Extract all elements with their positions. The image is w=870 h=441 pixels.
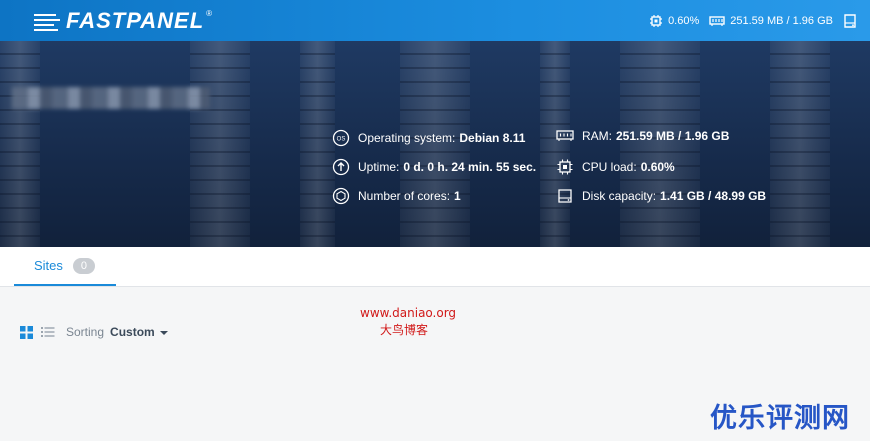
cores-icon: [332, 187, 350, 205]
cpu-info-value: 0.60%: [640, 160, 675, 174]
uptime-arrow-icon: [332, 158, 350, 176]
os-icon: OS: [332, 129, 350, 147]
watermark-url: www.daniao.org: [360, 306, 457, 320]
disk-stat[interactable]: [843, 13, 862, 29]
fastpanel-logo[interactable]: FASTPANEL ®: [34, 8, 213, 34]
grid-icon: [19, 325, 33, 339]
rack-graphic: [770, 41, 830, 247]
memory-icon: [709, 15, 725, 26]
list-view-button[interactable]: [40, 324, 56, 340]
os-value: Debian 8.11: [459, 131, 526, 145]
rack-graphic: [620, 41, 700, 247]
rack-graphic: [190, 41, 250, 247]
server-name-redacted: [12, 87, 210, 109]
cpu-value: 0.60%: [668, 14, 700, 27]
caret-down-icon: [159, 331, 168, 335]
sites-toolbar: Sorting Custom: [18, 323, 168, 341]
disk-info-value: 1.41 GB / 48.99 GB: [660, 189, 767, 203]
rack-graphic: [0, 41, 40, 247]
grid-view-button[interactable]: [18, 324, 34, 340]
top-stats: 0.60% 251.59 MB / 1.96 GB: [639, 0, 862, 41]
brand-name: FASTPANEL: [66, 8, 205, 33]
tab-sites-label: Sites: [34, 258, 63, 273]
tab-sites[interactable]: Sites 0: [14, 247, 116, 286]
rack-graphic: [300, 41, 335, 247]
ram-info: RAM: 251.59 MB / 1.96 GB: [556, 129, 729, 143]
top-bar: FASTPANEL ® 0.60% 251.59 MB / 1.96 GB: [0, 0, 870, 41]
cpu-stat: 0.60%: [649, 14, 699, 28]
ram-value: 251.59 MB / 1.96 GB: [730, 14, 833, 27]
sites-count-badge: 0: [72, 257, 96, 274]
ram-stat: 251.59 MB / 1.96 GB: [709, 15, 833, 27]
disk-icon: [558, 189, 572, 203]
watermark-blog: 大鸟博客: [380, 323, 429, 337]
sorting-value: Custom: [110, 325, 155, 339]
uptime-value: 0 d. 0 h. 24 min. 55 sec.: [403, 160, 537, 174]
svg-text:OS: OS: [337, 137, 346, 143]
cpu-info: CPU load: 0.60%: [556, 158, 675, 176]
memory-icon: [556, 130, 574, 141]
os-info: OS Operating system: Debian 8.11: [332, 129, 525, 147]
uptime-info: Uptime: 0 d. 0 h. 24 min. 55 sec.: [332, 158, 536, 176]
list-icon: [41, 327, 55, 337]
cpu-chip-icon: [557, 159, 573, 175]
watermark-brand: 优乐评测网: [710, 403, 850, 434]
rack-graphic: [540, 41, 570, 247]
disk-info: Disk capacity: 1.41 GB / 48.99 GB: [556, 187, 766, 205]
ram-info-value: 251.59 MB / 1.96 GB: [616, 129, 730, 143]
registered-mark: ®: [206, 8, 213, 18]
server-info-banner: OS Operating system: Debian 8.11 Uptime: 0…: [0, 41, 870, 247]
sorting-label: Sorting: [66, 325, 105, 339]
sorting-dropdown[interactable]: Custom: [110, 325, 168, 339]
logo-mark-icon: [34, 12, 60, 31]
cores-info: Number of cores: 1: [332, 187, 461, 205]
cores-value: 1: [454, 189, 461, 203]
tab-bar: Sites 0: [0, 247, 870, 287]
disk-icon: [844, 13, 856, 28]
cpu-chip-icon: [650, 14, 663, 27]
